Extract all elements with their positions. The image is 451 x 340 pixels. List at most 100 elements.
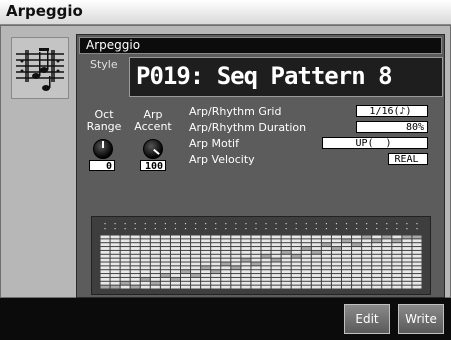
- grid-cell[interactable]: [110, 243, 120, 247]
- grid-cell[interactable]: [392, 262, 402, 266]
- grid-cell[interactable]: [191, 277, 201, 281]
- grid-cell[interactable]: [211, 254, 221, 258]
- grid-cell-active[interactable]: [311, 250, 321, 254]
- grid-cell[interactable]: [100, 277, 110, 281]
- grid-cell[interactable]: [311, 247, 321, 250]
- grid-cell[interactable]: [170, 285, 180, 289]
- grid-cell[interactable]: [231, 281, 241, 285]
- grid-cell[interactable]: [382, 266, 392, 270]
- grid-cell[interactable]: [150, 254, 160, 258]
- grid-cell[interactable]: [170, 250, 180, 254]
- grid-cell[interactable]: [382, 254, 392, 258]
- grid-cell[interactable]: [291, 243, 301, 247]
- grid-cell[interactable]: [342, 262, 352, 266]
- grid-cell[interactable]: [160, 250, 170, 254]
- grid-cell[interactable]: [231, 274, 241, 277]
- grid-cell[interactable]: [170, 235, 180, 239]
- grid-cell[interactable]: [231, 254, 241, 258]
- oct-range-knob[interactable]: [93, 139, 113, 159]
- grid-cell[interactable]: [150, 277, 160, 281]
- grid-cell[interactable]: [412, 239, 422, 243]
- grid-cell[interactable]: [221, 258, 231, 262]
- grid-cell[interactable]: [150, 239, 160, 243]
- grid-cell[interactable]: [402, 254, 412, 258]
- grid-cell[interactable]: [221, 274, 231, 277]
- grid-cell[interactable]: [191, 270, 201, 274]
- grid-cell[interactable]: [392, 235, 402, 239]
- grid-cell[interactable]: [120, 274, 130, 277]
- grid-cell[interactable]: [382, 243, 392, 247]
- grid-cell[interactable]: [241, 235, 251, 239]
- grid-cell[interactable]: [201, 247, 211, 250]
- grid-cell[interactable]: [181, 277, 191, 281]
- grid-cell[interactable]: [301, 285, 311, 289]
- grid-cell[interactable]: [261, 235, 271, 239]
- grid-cell[interactable]: [331, 258, 341, 262]
- grid-cell[interactable]: [261, 250, 271, 254]
- grid-cell[interactable]: [321, 262, 331, 266]
- grid-cell[interactable]: [412, 262, 422, 266]
- grid-cell[interactable]: [352, 247, 362, 250]
- grid-cell[interactable]: [140, 258, 150, 262]
- grid-cell[interactable]: [170, 262, 180, 266]
- grid-cell[interactable]: [241, 281, 251, 285]
- grid-cell[interactable]: [140, 266, 150, 270]
- grid-cell[interactable]: [201, 285, 211, 289]
- grid-cell[interactable]: [412, 277, 422, 281]
- grid-cell[interactable]: [412, 247, 422, 250]
- grid-cell[interactable]: [160, 235, 170, 239]
- grid-cell[interactable]: [221, 254, 231, 258]
- grid-cell[interactable]: [362, 258, 372, 262]
- grid-cell[interactable]: [301, 274, 311, 277]
- grid-cell-active[interactable]: [301, 247, 311, 250]
- grid-cell[interactable]: [100, 281, 110, 285]
- grid-cell[interactable]: [372, 285, 382, 289]
- grid-cell[interactable]: [130, 270, 140, 274]
- grid-cell[interactable]: [291, 270, 301, 274]
- grid-cell[interactable]: [170, 239, 180, 243]
- grid-cell[interactable]: [321, 274, 331, 277]
- grid-cell[interactable]: [231, 235, 241, 239]
- grid-cell[interactable]: [120, 239, 130, 243]
- grid-cell[interactable]: [342, 270, 352, 274]
- grid-cell-active[interactable]: [261, 254, 271, 258]
- grid-cell[interactable]: [301, 262, 311, 266]
- grid-cell-active[interactable]: [382, 235, 392, 239]
- grid-cell[interactable]: [261, 247, 271, 250]
- grid-cell[interactable]: [251, 277, 261, 281]
- grid-cell[interactable]: [291, 277, 301, 281]
- grid-cell[interactable]: [211, 235, 221, 239]
- grid-cell[interactable]: [140, 274, 150, 277]
- grid-cell[interactable]: [211, 258, 221, 262]
- grid-cell-active[interactable]: [231, 266, 241, 270]
- grid-cell[interactable]: [140, 235, 150, 239]
- grid-cell[interactable]: [321, 277, 331, 281]
- grid-cell[interactable]: [281, 258, 291, 262]
- grid-cell[interactable]: [120, 270, 130, 274]
- grid-cell[interactable]: [150, 285, 160, 289]
- grid-cell[interactable]: [170, 274, 180, 277]
- grid-cell[interactable]: [281, 262, 291, 266]
- grid-cell[interactable]: [412, 266, 422, 270]
- grid-cell[interactable]: [301, 270, 311, 274]
- grid-cell[interactable]: [221, 270, 231, 274]
- grid-cell[interactable]: [261, 285, 271, 289]
- grid-cell[interactable]: [291, 247, 301, 250]
- grid-cell[interactable]: [150, 258, 160, 262]
- grid-cell[interactable]: [201, 254, 211, 258]
- grid-cell[interactable]: [362, 243, 372, 247]
- grid-cell[interactable]: [110, 247, 120, 250]
- grid-cell[interactable]: [362, 239, 372, 243]
- grid-cell[interactable]: [271, 266, 281, 270]
- grid-cell[interactable]: [181, 266, 191, 270]
- arp-velocity-value[interactable]: REAL: [388, 153, 428, 165]
- grid-cell[interactable]: [372, 262, 382, 266]
- grid-cell[interactable]: [110, 262, 120, 266]
- grid-cell[interactable]: [140, 247, 150, 250]
- grid-cell[interactable]: [372, 270, 382, 274]
- grid-cell[interactable]: [150, 250, 160, 254]
- grid-cell[interactable]: [352, 239, 362, 243]
- grid-cell[interactable]: [150, 266, 160, 270]
- grid-cell[interactable]: [382, 281, 392, 285]
- grid-cell[interactable]: [352, 235, 362, 239]
